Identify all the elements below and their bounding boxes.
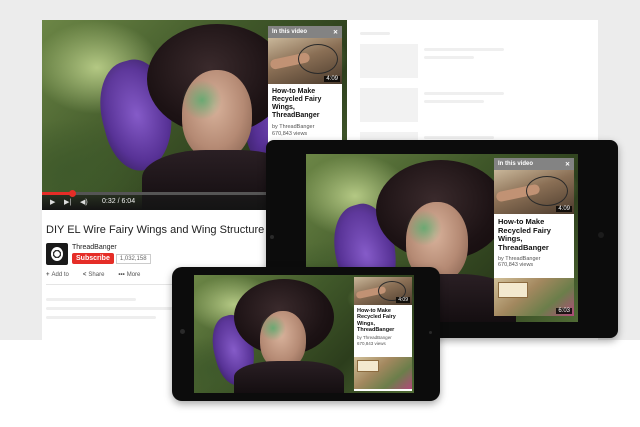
video-title: DIY EL Wire Fairy Wings and Wing Structu… [46, 224, 304, 236]
tablet-in-video-panel: In this video ✕ 4:09 How-to Make Recycle… [494, 158, 574, 316]
panel-header-label: In this video [498, 161, 534, 167]
subscribe-button[interactable]: Subscribe [72, 253, 114, 264]
face-paint [182, 80, 222, 120]
description-placeholder-line [46, 298, 136, 301]
second-card-thumbnail[interactable]: 6:03 [494, 278, 574, 316]
add-to-button[interactable]: + Add to [46, 272, 69, 278]
related-header-placeholder [360, 32, 390, 35]
share-icon: < [82, 272, 87, 278]
related-title-placeholder [424, 136, 494, 139]
more-button[interactable]: ••• More [118, 272, 140, 278]
next-icon[interactable]: ▶| [64, 198, 71, 206]
sign-graphic [498, 282, 528, 298]
progress-fill [42, 192, 72, 195]
card-views: 670,843 views [357, 340, 386, 346]
duration-badge: 4:09 [324, 76, 340, 82]
related-title-placeholder [424, 92, 504, 95]
channel-row: ThreadBanger Subscribe 1,032,158 [46, 242, 151, 266]
card-views: 670,843 views [498, 262, 534, 269]
subscriber-count: 1,032,158 [115, 253, 151, 264]
card-views: 670,843 views [272, 131, 308, 138]
plus-icon: + [46, 272, 50, 278]
phone-in-video-panel: 4:09 How-to Make Recycled Fairy Wings, T… [354, 277, 412, 391]
camera-dot [270, 235, 274, 239]
description-placeholder-line [46, 307, 176, 310]
related-thumbnail [360, 44, 418, 78]
related-meta-placeholder [424, 100, 484, 103]
subscribe-row: Subscribe 1,032,158 [68, 253, 151, 264]
sensor-dot [429, 331, 432, 334]
duration-badge: 4:09 [396, 297, 410, 303]
time-total: 6:04 [121, 198, 136, 205]
related-meta-placeholder [424, 56, 474, 59]
card-thumbnail[interactable]: 4:09 [494, 170, 574, 214]
description-placeholder-line [46, 316, 156, 319]
card-title[interactable]: How-to Make Recycled Fairy Wings, Thread… [357, 308, 409, 333]
wire-frame [298, 44, 338, 74]
shoulders [234, 361, 344, 393]
more-label: More [126, 272, 141, 278]
card-title[interactable]: How-to Make Recycled Fairy Wings, Thread… [498, 217, 570, 253]
card-thumbnail[interactable]: 4:09 [354, 277, 412, 305]
time-display: 0:32 / 6:04 [102, 198, 136, 205]
duration-badge: 6:03 [556, 308, 572, 314]
share-label: Share [88, 272, 105, 278]
face-paint [406, 210, 442, 246]
related-title-placeholder [424, 48, 504, 51]
card-text[interactable]: How-to Make Recycled Fairy Wings, Thread… [354, 305, 412, 357]
camera-dot [180, 329, 185, 334]
sensor-dot [598, 232, 604, 238]
channel-avatar[interactable] [46, 243, 68, 265]
close-icon[interactable]: ✕ [565, 161, 570, 168]
card-thumbnail[interactable]: 4:09 [268, 38, 342, 84]
sign-graphic [357, 360, 379, 372]
card-text[interactable]: How-to Make Recycled Fairy Wings, Thread… [494, 214, 574, 278]
add-to-label: Add to [51, 272, 69, 278]
scrubber-knob[interactable] [69, 190, 76, 197]
related-row[interactable] [360, 44, 510, 78]
wire-frame [526, 176, 568, 206]
volume-icon[interactable]: ◀) [80, 198, 88, 206]
video-actions: + Add to < Share ••• More [46, 272, 140, 278]
duration-badge: 4:09 [556, 206, 572, 212]
related-thumbnail [360, 88, 418, 122]
panel-header: In this video ✕ [268, 26, 342, 38]
card-title[interactable]: How-to Make Recycled Fairy Wings, Thread… [272, 88, 338, 120]
time-current: 0:32 [102, 198, 116, 205]
face-paint [260, 315, 286, 341]
phone-screen[interactable]: 4:09 How-to Make Recycled Fairy Wings, T… [194, 275, 414, 393]
phone-device: 4:09 How-to Make Recycled Fairy Wings, T… [172, 267, 440, 401]
card-text[interactable]: How-to Make Recycled Fairy Wings, Thread… [268, 84, 342, 142]
share-button[interactable]: < Share [83, 272, 105, 278]
more-icon: ••• [118, 272, 125, 278]
panel-header-label: In this video [272, 29, 308, 35]
play-icon[interactable]: ▶ [50, 198, 55, 206]
channel-name[interactable]: ThreadBanger [72, 244, 151, 251]
card-channel: by ThreadBanger [272, 124, 315, 131]
related-row[interactable] [360, 88, 510, 122]
card-channel: by ThreadBanger [498, 255, 541, 262]
second-card-thumbnail[interactable] [354, 357, 412, 389]
panel-header: In this video ✕ [494, 158, 574, 170]
channel-block: ThreadBanger Subscribe 1,032,158 [68, 244, 151, 264]
close-icon[interactable]: ✕ [333, 29, 338, 36]
